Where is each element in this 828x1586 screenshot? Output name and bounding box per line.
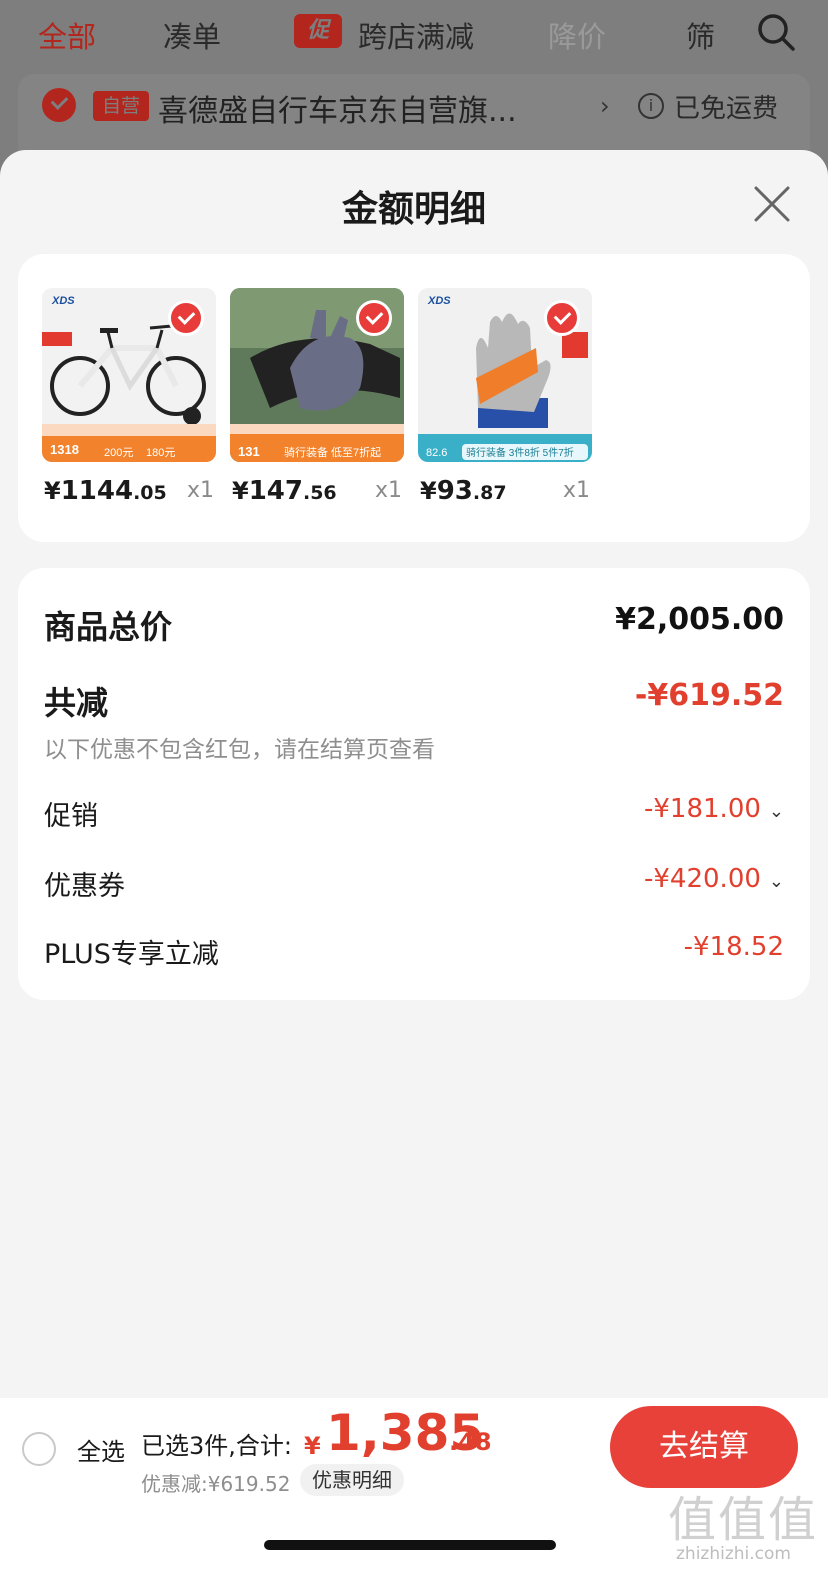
promo-badge: 促	[294, 14, 342, 48]
product-price: ¥93.87	[420, 476, 507, 506]
product-price: ¥147.56	[232, 476, 337, 506]
product-qty: x1	[374, 478, 402, 503]
store-name[interactable]: 喜德盛自行车京东自营旗...	[158, 86, 517, 130]
svg-text:骑行装备 3件8折 5件7折: 骑行装备 3件8折 5件7折	[466, 446, 574, 459]
total-value: ¥2,005.00	[615, 602, 784, 637]
product-qty: x1	[186, 478, 214, 503]
coupon-label: 优惠券	[44, 871, 125, 902]
svg-text:131: 131	[238, 444, 260, 459]
plus-value: -¥18.52	[683, 932, 784, 962]
watermark-url: zhizhizhi.com	[676, 1544, 791, 1564]
chevron-down-icon[interactable]: ⌄	[769, 871, 784, 892]
product-item[interactable]: XDS 82.6 骑行装备 3件8折 5件7折 ¥93.87 x1	[418, 288, 592, 516]
coupon-row[interactable]: 优惠券 -¥420.00 ⌄	[44, 864, 784, 902]
select-all-label[interactable]: 全选	[77, 1432, 125, 1467]
product-price: ¥1144.05	[44, 476, 167, 506]
product-item[interactable]: 131 骑行装备 低至7折起 ¥147.56 x1	[230, 288, 404, 516]
svg-text:200元: 200元	[104, 447, 133, 459]
store-check-icon[interactable]	[42, 88, 76, 122]
product-check-icon[interactable]	[168, 300, 204, 336]
promo-row[interactable]: 促销 -¥181.00 ⌄	[44, 794, 784, 832]
search-icon[interactable]	[756, 12, 796, 52]
sheet-title: 金额明细	[341, 189, 486, 230]
promo-value[interactable]: -¥181.00 ⌄	[644, 794, 784, 824]
product-check-icon[interactable]	[356, 300, 392, 336]
product-check-icon[interactable]	[544, 300, 580, 336]
total-currency: ¥	[304, 1432, 321, 1460]
plus-row: PLUS专享立减 -¥18.52	[44, 932, 784, 970]
svg-text:XDS: XDS	[427, 295, 451, 307]
tab-cross-store[interactable]: 跨店满减	[358, 14, 474, 56]
product-qty: x1	[562, 478, 590, 503]
discount-note: 以下优惠不包含红包，请在结算页查看	[44, 737, 435, 763]
chevron-down-icon[interactable]: ⌄	[769, 801, 784, 822]
product-image-gloves[interactable]: 131 骑行装备 低至7折起	[230, 288, 404, 462]
product-item[interactable]: XDS 1318 200元 180元 ¥1144.05 x1	[42, 288, 216, 516]
info-icon[interactable]: i	[638, 93, 664, 119]
close-icon[interactable]	[752, 184, 792, 224]
reduce-value: -¥619.52	[634, 678, 784, 713]
tab-coudan[interactable]: 凑单	[163, 14, 221, 56]
products-card: XDS 1318 200元 180元 ¥1144.05 x1 131 骑行装备 …	[18, 254, 810, 542]
product-image-bike[interactable]: XDS 1318 200元 180元	[42, 288, 216, 462]
svg-text:180元: 180元	[146, 447, 175, 459]
reduce-label: 共减	[44, 684, 109, 722]
tab-price-drop[interactable]: 降价	[548, 14, 606, 56]
self-operated-badge: 自营	[93, 91, 149, 121]
home-indicator[interactable]	[264, 1540, 556, 1550]
image-price-tag: 1318	[50, 442, 79, 457]
brand-logo: XDS	[51, 295, 75, 307]
select-all-checkbox[interactable]	[22, 1432, 56, 1466]
product-image-gloves-orange[interactable]: XDS 82.6 骑行装备 3件8折 5件7折	[418, 288, 592, 462]
amount-card: 商品总价 ¥2,005.00 共减 -¥619.52 以下优惠不包含红包，请在结…	[18, 568, 810, 1000]
discount-summary: 优惠减:¥619.52	[141, 1472, 291, 1496]
discount-detail-button[interactable]: 优惠明细	[300, 1464, 404, 1496]
checkout-button[interactable]: 去结算	[610, 1406, 798, 1488]
selected-count-text: 已选3件,合计:	[141, 1432, 292, 1460]
tab-filter[interactable]: 筛	[686, 14, 715, 56]
background-page: 全部 凑单 促 跨店满减 降价 筛 自营 喜德盛自行车京东自营旗... › i …	[0, 0, 828, 164]
reduce-row: 共减 -¥619.52	[44, 678, 784, 722]
svg-text:骑行装备 低至7折起: 骑行装备 低至7折起	[284, 445, 381, 459]
svg-text:82.6: 82.6	[426, 447, 447, 459]
total-label: 商品总价	[44, 608, 173, 646]
total-row: 商品总价 ¥2,005.00	[44, 602, 784, 646]
tab-all[interactable]: 全部	[38, 14, 96, 56]
coupon-value[interactable]: -¥420.00 ⌄	[644, 864, 784, 894]
total-decimal: .48	[449, 1428, 492, 1456]
plus-label: PLUS专享立减	[44, 939, 219, 970]
shipping-status: 已免运费	[674, 94, 779, 124]
amount-detail-sheet: 金额明细 XDS 1318 200元 180元 ¥1144.05 x1 131 …	[0, 150, 828, 1398]
watermark-logo: 值值值	[668, 1492, 819, 1548]
chevron-right-icon[interactable]: ›	[600, 92, 610, 120]
checkout-bar: 全选 已选3件,合计: ¥ 1,385 .48 优惠减:¥619.52 优惠明细…	[0, 1398, 828, 1586]
promo-label: 促销	[44, 801, 98, 832]
